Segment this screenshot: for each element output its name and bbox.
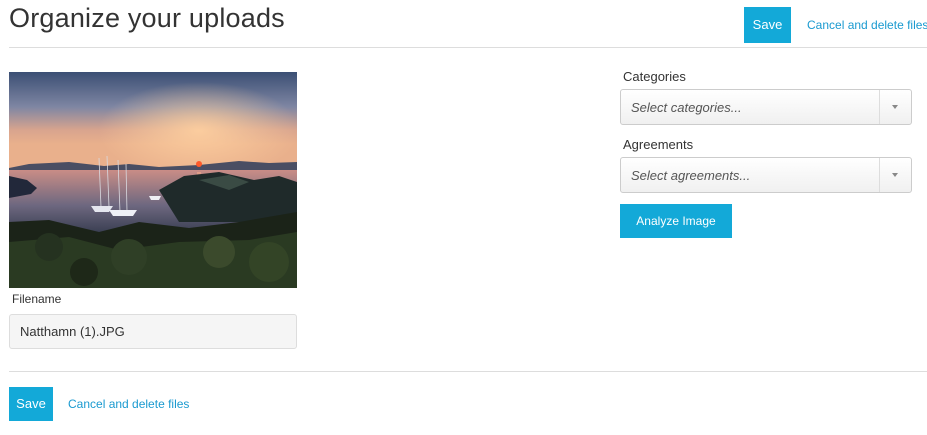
caret-down-icon bbox=[892, 105, 898, 109]
categories-select[interactable]: Select categories... bbox=[620, 89, 912, 125]
uploaded-image-thumbnail bbox=[9, 72, 297, 288]
save-button-bottom[interactable]: Save bbox=[9, 387, 53, 421]
caret-down-icon bbox=[892, 173, 898, 177]
filename-input[interactable]: Natthamn (1).JPG bbox=[9, 314, 297, 349]
header-divider bbox=[9, 47, 927, 48]
categories-dropdown-toggle[interactable] bbox=[879, 90, 911, 124]
categories-placeholder: Select categories... bbox=[631, 100, 742, 115]
footer-divider bbox=[9, 371, 927, 372]
sunset-harbor-image bbox=[9, 72, 297, 288]
page-title: Organize your uploads bbox=[9, 3, 285, 33]
cancel-delete-link-bottom[interactable]: Cancel and delete files bbox=[68, 397, 189, 411]
agreements-placeholder: Select agreements... bbox=[631, 168, 751, 183]
organize-uploads-page: Organize your uploads Save Cancel and de… bbox=[0, 0, 927, 435]
agreements-select[interactable]: Select agreements... bbox=[620, 157, 912, 193]
categories-label: Categories bbox=[623, 69, 686, 84]
agreements-dropdown-toggle[interactable] bbox=[879, 158, 911, 192]
analyze-image-button[interactable]: Analyze Image bbox=[620, 204, 732, 238]
filename-label: Filename bbox=[12, 292, 62, 306]
agreements-label: Agreements bbox=[623, 137, 694, 152]
cancel-delete-link-top[interactable]: Cancel and delete files bbox=[807, 18, 927, 32]
save-button-top[interactable]: Save bbox=[744, 7, 791, 43]
